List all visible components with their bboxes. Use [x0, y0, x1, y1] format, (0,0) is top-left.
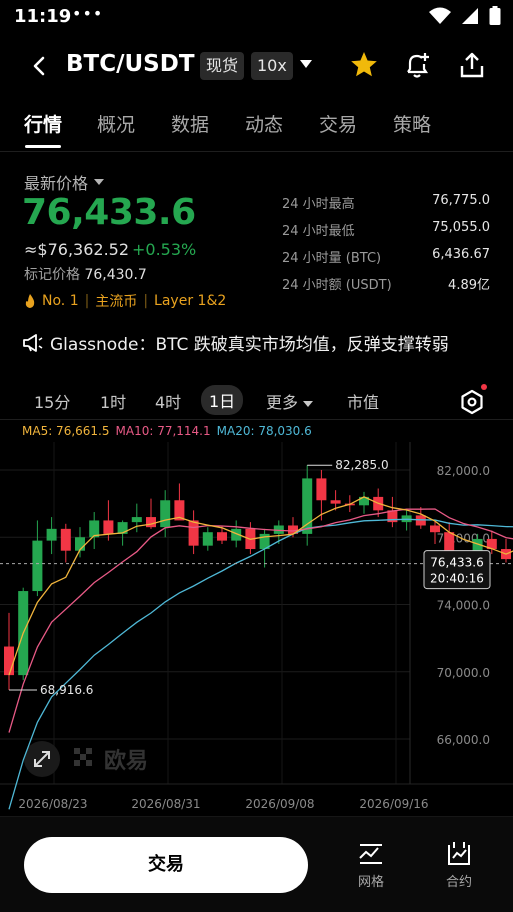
pair-title[interactable]: BTC/USDT — [66, 51, 195, 77]
cellular-signal-icon — [462, 8, 478, 24]
candle-body — [32, 540, 43, 592]
current-price-tag-text: 76,433.6 — [430, 556, 483, 570]
category-tag-mainstream[interactable]: 主流币 — [95, 291, 137, 311]
stat-row-volume: 24 小时量 (BTC) 6,436.67 — [282, 247, 490, 266]
candle-body — [146, 517, 156, 528]
candle-body — [46, 528, 57, 541]
dropdown-caret-icon — [94, 179, 105, 185]
y-tick-label: 70,000.0 — [437, 666, 490, 680]
ma5-label: MA5: 76,661.5 — [22, 424, 110, 438]
contract-icon — [448, 842, 470, 865]
candle-body — [316, 478, 327, 501]
candle-body — [188, 520, 199, 546]
candle-body — [160, 500, 171, 528]
candlestick-chart[interactable]: 82,000.078,000.074,000.070,000.066,000.0… — [0, 442, 513, 816]
status-bar: 11:19 ••• — [0, 0, 513, 36]
candle-body — [430, 525, 440, 533]
interval-more[interactable]: 更多 — [266, 389, 314, 413]
interval-selector: 15分 1时 4时 1日 更多 市值 — [0, 380, 513, 420]
back-arrow-icon[interactable] — [28, 54, 52, 78]
header: BTC/USDT 现货 10x — [0, 44, 513, 90]
y-tick-label: 66,000.0 — [437, 733, 490, 747]
high-price-label: 82,285.0 — [335, 458, 388, 472]
section-tabs: 行情 概况 数据 动态 交易 策略 — [0, 106, 513, 152]
candle-body — [4, 646, 14, 676]
status-time: 11:19 — [14, 6, 72, 27]
contract-button[interactable]: 合约 — [434, 841, 484, 890]
spot-tag: 现货 — [200, 52, 245, 80]
mark-price: 标记价格 76,430.7 — [24, 264, 147, 284]
watermark-text: 欧易 — [104, 748, 148, 774]
candle-body — [60, 528, 71, 551]
candle-body — [302, 478, 313, 534]
tab-strategy[interactable]: 策略 — [393, 110, 431, 137]
low-price-label: 68,916.6 — [40, 683, 93, 697]
x-tick-label: 2026/08/31 — [131, 797, 200, 811]
rank-tag[interactable]: No. 1 — [42, 293, 79, 309]
news-ticker[interactable]: Glassnode：BTC 跌破真实市场均值，反弹支撑转弱 — [22, 330, 492, 355]
ma20-label: MA20: 78,030.6 — [216, 424, 312, 438]
candle-body — [75, 537, 85, 551]
stat-row-low: 24 小时最低 75,055.0 — [282, 220, 490, 239]
price-change-percent: +0.53% — [132, 240, 197, 259]
stat-row-high: 24 小时最高 76,775.0 — [282, 193, 490, 212]
favorite-star-icon[interactable] — [349, 50, 379, 80]
notification-dot — [481, 384, 487, 390]
category-tag-layer[interactable]: Layer 1&2 — [154, 293, 226, 309]
countdown-text: 20:40:16 — [430, 572, 484, 586]
grid-button[interactable]: 网格 — [346, 841, 396, 890]
y-tick-label: 82,000.0 — [437, 464, 490, 478]
battery-icon — [489, 6, 501, 25]
watermark-logo-icon — [74, 748, 92, 766]
candle-body — [202, 532, 213, 546]
tab-data[interactable]: 数据 — [171, 110, 209, 137]
interval-4h[interactable]: 4时 — [155, 389, 181, 413]
trade-button[interactable]: 交易 — [24, 837, 308, 893]
bottom-action-bar: 交易 网格 合约 — [0, 816, 513, 912]
status-notification-dots: ••• — [72, 4, 104, 23]
interval-1d[interactable]: 1日 — [201, 385, 244, 415]
more-caret-icon — [303, 400, 314, 407]
active-tab-indicator — [25, 145, 61, 148]
interval-15m[interactable]: 15分 — [34, 389, 70, 413]
ma-legend: MA5: 76,661.5 MA10: 77,114.1 MA20: 78,03… — [22, 424, 312, 438]
candle-body — [103, 520, 114, 534]
tab-trade[interactable]: 交易 — [319, 110, 357, 137]
chart-settings-icon[interactable] — [459, 389, 485, 415]
tab-feed[interactable]: 动态 — [245, 110, 283, 137]
y-tick-label: 74,000.0 — [437, 599, 490, 613]
x-tick-label: 2026/08/23 — [18, 797, 87, 811]
share-icon[interactable] — [457, 50, 487, 80]
usd-equivalent: ≈$76,362.52 — [24, 240, 130, 259]
interval-market-cap[interactable]: 市值 — [347, 389, 379, 413]
grid-trading-icon — [359, 844, 382, 864]
x-tick-label: 2026/09/16 — [359, 797, 428, 811]
fire-icon — [25, 294, 35, 308]
candle-body — [330, 500, 341, 504]
candle-body — [131, 517, 142, 523]
candle-body — [117, 522, 128, 534]
candle-body — [217, 532, 227, 541]
24h-stats: 24 小时最高 76,775.0 24 小时最低 75,055.0 24 小时量 (… — [282, 193, 490, 301]
megaphone-icon — [23, 333, 43, 352]
latest-price-selector[interactable]: 最新价格 — [24, 170, 105, 194]
mark-price-label: 标记价格 — [24, 267, 80, 283]
x-tick-label: 2026/09/08 — [245, 797, 314, 811]
leverage-tag: 10x — [251, 52, 293, 80]
tab-market[interactable]: 行情 — [24, 110, 62, 137]
pair-dropdown-caret-icon[interactable] — [300, 60, 312, 68]
stat-row-turnover: 24 小时额 (USDT) 4.89亿 — [282, 278, 490, 293]
latest-price-label: 最新价格 — [24, 174, 89, 193]
last-price: 76,433.6 — [22, 192, 196, 233]
coin-tags: No. 1 | 主流币 | Layer 1&2 — [24, 291, 226, 311]
news-headline: Glassnode：BTC 跌破真实市场均值，反弹支撑转弱 — [50, 335, 449, 355]
mark-price-value: 76,430.7 — [84, 267, 147, 283]
interval-1h[interactable]: 1时 — [100, 389, 126, 413]
tab-overview[interactable]: 概况 — [97, 110, 135, 137]
price-alert-bell-icon[interactable] — [402, 50, 432, 80]
ma10-label: MA10: 77,114.1 — [115, 424, 211, 438]
wifi-icon — [429, 7, 451, 24]
